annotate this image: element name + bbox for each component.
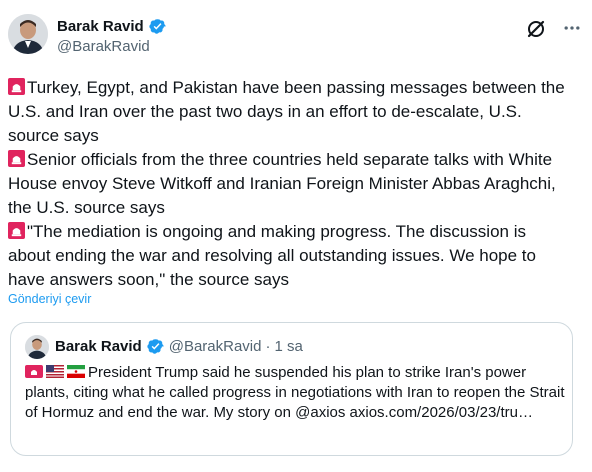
author-display-name[interactable]: Barak Ravid bbox=[57, 18, 144, 35]
quote-text: President Trump said he suspended his pl… bbox=[25, 363, 565, 423]
quote-separator: · bbox=[265, 338, 271, 355]
siren-emoji-icon bbox=[8, 78, 25, 95]
quoted-tweet-card[interactable]: Barak Ravid @BarakRavid · 1 sa President… bbox=[10, 322, 573, 456]
siren-emoji-icon bbox=[25, 364, 43, 378]
tweet-paragraph: Senior officials from the three countrie… bbox=[8, 148, 568, 220]
tweet-text: Turkey, Egypt, and Pakistan have been pa… bbox=[8, 76, 568, 292]
tweet-paragraph: Turkey, Egypt, and Pakistan have been pa… bbox=[8, 76, 568, 148]
verified-badge-icon[interactable] bbox=[148, 17, 167, 36]
more-icon[interactable] bbox=[560, 16, 584, 40]
iran-flag-emoji-icon bbox=[67, 364, 85, 378]
quote-display-name: Barak Ravid bbox=[55, 338, 142, 355]
us-flag-emoji-icon bbox=[46, 364, 64, 378]
author-avatar[interactable] bbox=[8, 14, 48, 54]
grok-icon[interactable] bbox=[525, 18, 547, 40]
paragraph-1-text: Turkey, Egypt, and Pakistan have been pa… bbox=[8, 78, 565, 145]
paragraph-2-text: Senior officials from the three countrie… bbox=[8, 150, 556, 217]
quote-handle: @BarakRavid bbox=[168, 338, 262, 355]
translate-post-link[interactable]: Gönderiyi çevir bbox=[8, 292, 91, 306]
author-handle[interactable]: @BarakRavid bbox=[57, 38, 167, 55]
author-block: Barak Ravid @BarakRavid bbox=[57, 16, 167, 55]
verified-badge-icon bbox=[146, 337, 165, 356]
siren-emoji-icon bbox=[8, 150, 25, 167]
tweet-paragraph: "The mediation is ongoing and making pro… bbox=[8, 220, 568, 292]
quote-body-text: President Trump said he suspended his pl… bbox=[25, 364, 565, 421]
quote-timestamp: 1 sa bbox=[274, 338, 303, 355]
quote-author-avatar bbox=[25, 335, 49, 359]
siren-emoji-icon bbox=[8, 222, 25, 239]
paragraph-3-text: "The mediation is ongoing and making pro… bbox=[8, 222, 536, 289]
quote-header: Barak Ravid @BarakRavid · 1 sa bbox=[55, 337, 303, 356]
